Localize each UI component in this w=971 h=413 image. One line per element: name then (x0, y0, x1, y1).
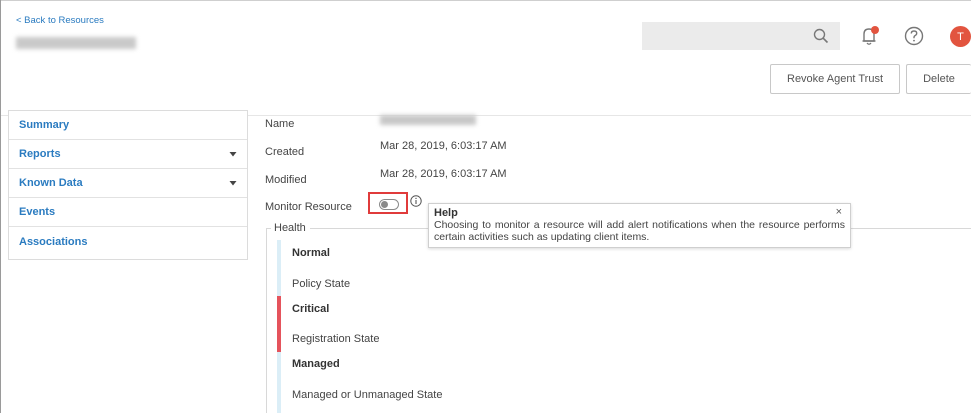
status-normal: Normal (292, 247, 330, 259)
status-managed: Managed (292, 358, 340, 370)
chevron-down-icon[interactable] (229, 179, 237, 187)
sidebar-item-associations[interactable]: Associations (9, 227, 247, 256)
health-legend: Health (272, 222, 308, 234)
health-fieldset-border-left (266, 228, 267, 413)
sidebar-item-label: Known Data (19, 177, 83, 189)
close-icon[interactable]: × (836, 206, 842, 218)
resource-name-redacted (16, 37, 136, 49)
monitor-resource-toggle[interactable] (379, 199, 399, 210)
back-to-resources-link[interactable]: < Back to Resources (16, 15, 104, 26)
sidebar-item-events[interactable]: Events (9, 198, 247, 227)
search-input[interactable] (642, 22, 840, 50)
tooltip-title: Help (434, 207, 458, 219)
created-label: Created (265, 146, 305, 158)
search-icon[interactable] (813, 28, 829, 44)
name-value-redacted (380, 115, 476, 125)
modified-value: Mar 28, 2019, 6:03:17 AM (380, 168, 507, 180)
status-critical: Critical (292, 303, 330, 315)
status-bar-managed (277, 352, 281, 413)
modified-label: Modified (265, 174, 307, 186)
user-avatar[interactable]: T (950, 26, 971, 47)
sidebar-item-label: Associations (19, 235, 88, 248)
registration-state-label: Registration State (292, 333, 380, 345)
created-value: Mar 28, 2019, 6:03:17 AM (380, 140, 507, 152)
revoke-agent-trust-button[interactable]: Revoke Agent Trust (770, 64, 900, 94)
monitor-resource-label: Monitor Resource (265, 201, 352, 213)
status-bar-critical (277, 296, 281, 352)
sidebar-item-summary[interactable]: Summary (9, 111, 247, 140)
chevron-down-icon[interactable] (229, 150, 237, 158)
policy-state-label: Policy State (292, 278, 351, 290)
tooltip-body: Choosing to monitor a resource will add … (434, 219, 845, 243)
sidebar-item-label: Reports (19, 148, 61, 160)
delete-button[interactable]: Delete (906, 64, 971, 94)
info-icon[interactable] (410, 195, 422, 207)
help-tooltip: Help Choosing to monitor a resource will… (428, 203, 851, 248)
help-circle-icon[interactable] (904, 26, 924, 46)
monitor-toggle-highlight (368, 192, 408, 214)
sidebar-item-label: Summary (19, 119, 70, 131)
managed-state-label: Managed or Unmanaged State (292, 389, 443, 401)
toggle-knob (381, 201, 388, 208)
sidebar-nav: Summary Reports Known Data Events Associ… (8, 110, 248, 260)
sidebar-item-label: Events (19, 206, 56, 218)
sidebar-item-known-data[interactable]: Known Data (9, 169, 247, 198)
name-label: Name (265, 118, 295, 130)
bell-icon[interactable] (860, 25, 880, 47)
sidebar-item-reports[interactable]: Reports (9, 140, 247, 169)
